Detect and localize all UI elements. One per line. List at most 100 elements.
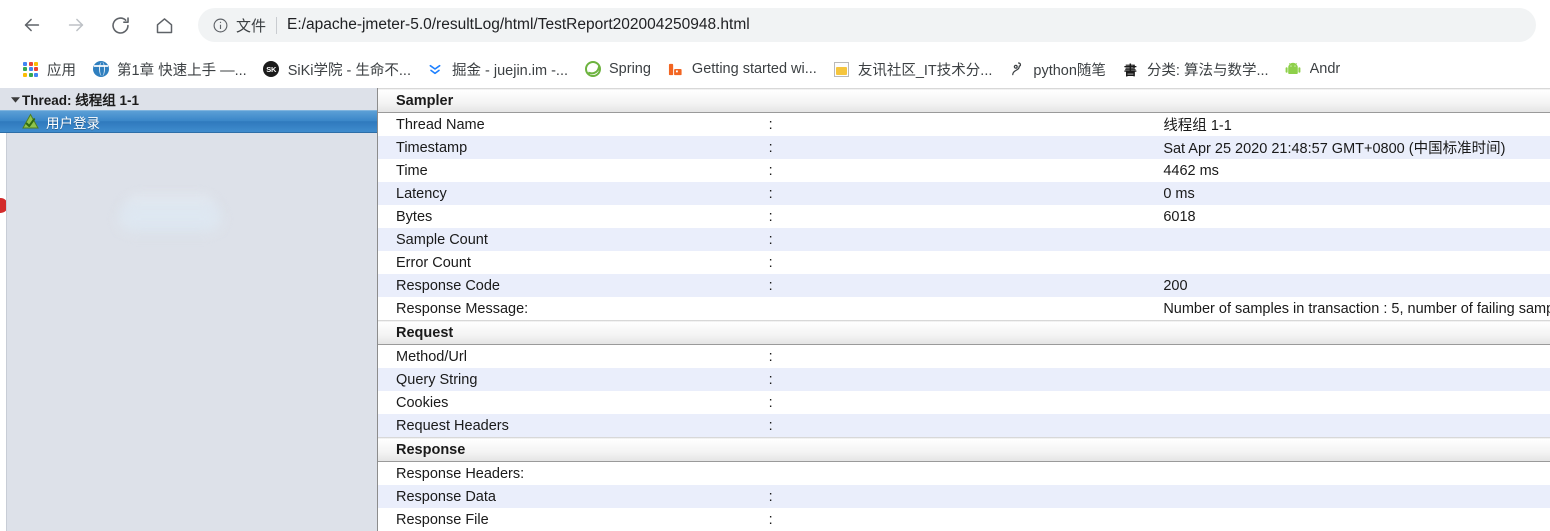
sample-result-table-body: Sampler Thread Name: 线程组 1-1 Timestamp: Sat … <box>378 88 1550 531</box>
detail-row: Response Headers: <box>378 461 1550 485</box>
detail-row-key: Bytes <box>378 205 769 228</box>
bookmark-label: python随笔 <box>1033 62 1106 79</box>
detail-row-value <box>1159 485 1550 508</box>
detail-row-key: Request Headers <box>378 414 769 438</box>
bookmark-juejin[interactable]: 掘金 - juejin.im -... <box>419 55 576 83</box>
omnibox-divider <box>276 16 278 34</box>
arrow-right-icon <box>65 14 87 36</box>
bookmark-getting-started[interactable]: Getting started wi... <box>659 55 825 83</box>
bookmarks-bar: 应用 第1章 快速上手 —... SK SiKi学院 - 生命不... 掘金 -… <box>0 50 1550 88</box>
detail-row-key: Latency <box>378 182 769 205</box>
detail-row-key: Cookies <box>378 391 769 414</box>
brush-favicon-icon <box>1008 61 1025 78</box>
cursor-tooltip-blur-secondary <box>118 206 222 232</box>
detail-row-colon: : <box>768 485 1160 508</box>
detail-row-key: Sample Count <box>378 228 769 251</box>
detail-row-value: Sat Apr 25 2020 21:48:57 GMT+0800 (中国标准时… <box>1159 136 1550 159</box>
detail-row-colon: : <box>768 159 1160 182</box>
detail-row: Request Headers: <box>378 414 1550 438</box>
detail-row-colon: : <box>768 136 1160 159</box>
jmeter-report-body: Thread: 线程组 1-1 用户登录 Sampler Thread Name:… <box>0 88 1550 531</box>
siki-favicon-icon: SK <box>263 61 280 78</box>
bookmark-android[interactable]: Andr <box>1277 55 1349 83</box>
detail-row-value <box>1159 461 1550 485</box>
bookmark-label: 分类: 算法与数学... <box>1146 62 1269 79</box>
detail-row-key: Response Data <box>378 485 769 508</box>
back-button[interactable] <box>14 7 50 43</box>
detail-row: Method/Url: <box>378 344 1550 368</box>
bookmark-label: SiKi学院 - 生命不... <box>287 62 411 79</box>
detail-row-colon: : <box>768 205 1160 228</box>
bookmark-label: Getting started wi... <box>691 61 817 77</box>
section-header-row: Request <box>378 320 1550 345</box>
info-circle-icon[interactable] <box>212 17 229 34</box>
sample-result-table: Sampler Thread Name: 线程组 1-1 Timestamp: Sat … <box>378 88 1550 531</box>
detail-row-value <box>1159 228 1550 251</box>
detail-row: Response Message: Number of samples in tr… <box>378 297 1550 321</box>
detail-row-colon: : <box>768 391 1160 414</box>
detail-row-key: Response Headers: <box>378 461 769 485</box>
bookmark-apps[interactable]: 应用 <box>14 55 84 83</box>
orange-favicon-icon <box>667 61 684 78</box>
detail-row-colon: : <box>768 228 1160 251</box>
forward-button[interactable] <box>58 7 94 43</box>
detail-row: Time:4462 ms <box>378 159 1550 182</box>
bookmark-python[interactable]: python随笔 <box>1000 55 1114 83</box>
section-header-label: Request <box>378 320 1550 345</box>
bookmark-chapter1[interactable]: 第1章 快速上手 —... <box>84 55 255 83</box>
detail-row-value: 0 ms <box>1159 182 1550 205</box>
detail-row-colon: : <box>768 274 1160 297</box>
bookmark-siki[interactable]: SK SiKi学院 - 生命不... <box>255 55 419 83</box>
error-indicator-sliver <box>0 198 6 213</box>
bookmark-category[interactable]: 書 分类: 算法与数学... <box>1114 55 1277 83</box>
bookmark-youxun[interactable]: 友讯社区_IT技术分... <box>825 55 1001 83</box>
address-bar[interactable]: 文件 E:/apache-jmeter-5.0/resultLog/html/T… <box>198 8 1536 42</box>
detail-row: Response Data: <box>378 485 1550 508</box>
bookmark-label: Spring <box>609 61 651 77</box>
bookmark-spring[interactable]: Spring <box>576 55 659 83</box>
detail-row-key: Thread Name <box>378 112 769 136</box>
android-favicon-icon <box>1285 61 1302 78</box>
detail-row-value <box>1159 508 1550 531</box>
tree-node-thread-group[interactable]: Thread: 线程组 1-1 <box>0 88 377 110</box>
detail-row-colon: : <box>768 508 1160 531</box>
caret-down-icon[interactable] <box>8 95 22 104</box>
transaction-controller-icon <box>22 113 39 130</box>
section-header-row: Response <box>378 437 1550 462</box>
detail-row: Sample Count: <box>378 228 1550 251</box>
detail-row-value <box>1159 344 1550 368</box>
section-header-label: Sampler <box>378 88 1550 113</box>
detail-row: Bytes:6018 <box>378 205 1550 228</box>
detail-row-colon: : <box>768 344 1160 368</box>
yellow-folder-favicon-icon <box>833 61 850 78</box>
tree-node-user-login[interactable]: 用户登录 <box>0 110 377 133</box>
detail-row-key: Response Message: <box>378 297 769 321</box>
bookmark-label: 掘金 - juejin.im -... <box>451 62 568 79</box>
detail-row-value: Number of samples in transaction : 5, nu… <box>1159 297 1550 321</box>
home-button[interactable] <box>146 7 182 43</box>
detail-row-key: Timestamp <box>378 136 769 159</box>
apps-grid-icon <box>22 61 39 78</box>
detail-row: Error Count: <box>378 251 1550 274</box>
bookmark-label: 友讯社区_IT技术分... <box>857 62 993 79</box>
navigation-toolbar: 文件 E:/apache-jmeter-5.0/resultLog/html/T… <box>0 0 1550 50</box>
detail-row: Timestamp: Sat Apr 25 2020 21:48:57 GMT+0… <box>378 136 1550 159</box>
detail-row-key: Response Code <box>378 274 769 297</box>
sample-result-panel: Sampler Thread Name: 线程组 1-1 Timestamp: Sat … <box>378 88 1550 531</box>
browser-chrome: 文件 E:/apache-jmeter-5.0/resultLog/html/T… <box>0 0 1550 88</box>
results-tree-panel[interactable]: Thread: 线程组 1-1 用户登录 <box>0 88 378 531</box>
detail-row-value: 200 <box>1159 274 1550 297</box>
reload-button[interactable] <box>102 7 138 43</box>
detail-row: Response Code:200 <box>378 274 1550 297</box>
globe-favicon-icon <box>92 61 109 78</box>
section-header-row: Sampler <box>378 88 1550 113</box>
detail-row-key: Error Count <box>378 251 769 274</box>
detail-row-value: 6018 <box>1159 205 1550 228</box>
detail-row-key: Method/Url <box>378 344 769 368</box>
url-scheme-label: 文件 <box>236 17 267 35</box>
tree-node-label: Thread: 线程组 1-1 <box>22 93 140 108</box>
arrow-left-icon <box>21 14 43 36</box>
detail-row-colon <box>768 461 1160 485</box>
bookmark-label: Andr <box>1309 61 1341 77</box>
bookmark-label: 第1章 快速上手 —... <box>117 62 247 79</box>
